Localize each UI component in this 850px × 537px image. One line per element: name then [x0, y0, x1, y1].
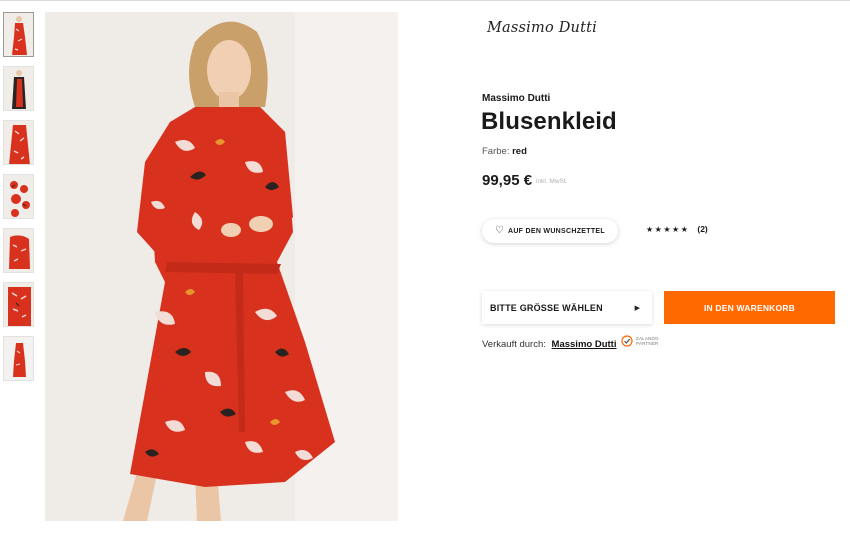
partner-badge-text: ZALANDO PARTNER	[636, 335, 659, 347]
wishlist-label: AUF DEN WUNSCHZETTEL	[507, 227, 605, 235]
seller-label: Verkauft durch:	[482, 339, 546, 350]
add-to-cart-button[interactable]: IN DEN WARENKORB	[664, 291, 835, 324]
product-title: Blusenkleid	[481, 108, 617, 135]
product-brand[interactable]: Massimo Dutti	[482, 93, 550, 104]
star-rating-icon: ★★★★★	[646, 224, 690, 234]
thumbnail-5[interactable]	[3, 228, 34, 273]
color-label: Farbe:	[482, 146, 510, 157]
rating-summary[interactable]: ★★★★★ (2)	[646, 224, 708, 234]
product-price: 99,95 €	[482, 172, 533, 189]
thumbnail-2[interactable]	[3, 66, 34, 111]
size-select[interactable]: BITTE GRÖSSE WÄHLEN ▶	[482, 291, 652, 324]
thumbnail-3[interactable]	[3, 120, 34, 165]
rating-count: (2)	[697, 224, 708, 234]
top-border	[0, 0, 850, 1]
thumbnail-7[interactable]	[3, 336, 34, 381]
size-select-label: BITTE GRÖSSE WÄHLEN	[490, 302, 603, 313]
product-main-image[interactable]	[45, 12, 398, 521]
vat-note: inkl. MwSt.	[536, 178, 568, 185]
partner-check-icon	[621, 335, 633, 347]
thumbnail-6[interactable]	[3, 282, 34, 327]
brand-logo[interactable]: Massimo Dutti	[487, 20, 597, 36]
play-arrow-icon: ▶	[634, 304, 640, 312]
product-color: Farbe: red	[482, 146, 527, 157]
heart-icon: ♡	[495, 225, 504, 236]
seller-info: Verkauft durch: Massimo Dutti	[482, 339, 616, 350]
zalando-partner-badge: ZALANDO PARTNER	[621, 335, 666, 347]
seller-link[interactable]: Massimo Dutti	[552, 339, 617, 350]
thumbnail-4[interactable]	[3, 174, 34, 219]
wishlist-button[interactable]: ♡ AUF DEN WUNSCHZETTEL	[482, 219, 618, 243]
color-value: red	[512, 146, 527, 157]
price-row: 99,95 € inkl. MwSt.	[482, 172, 567, 190]
thumbnail-1[interactable]	[3, 12, 34, 57]
